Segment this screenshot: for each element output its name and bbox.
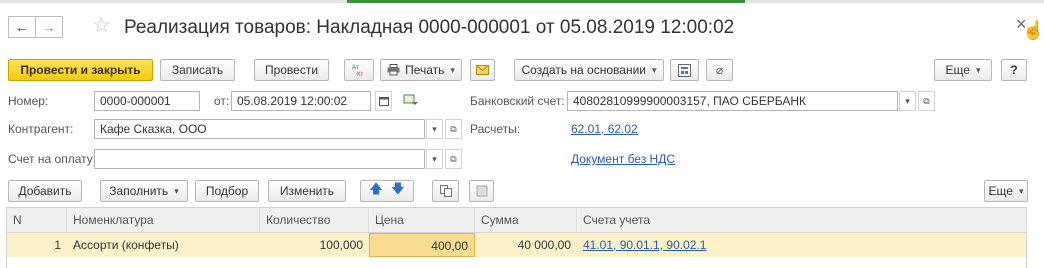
- back-button[interactable]: ←: [8, 16, 36, 38]
- tab-strip-line: [0, 0, 1044, 3]
- invoice-open-button[interactable]: ⧉: [445, 149, 462, 169]
- row-number: 1: [54, 238, 61, 252]
- goods-table: N Номенклатура Количество Цена Сумма Сче…: [6, 207, 1027, 268]
- column-header-price[interactable]: Цена: [369, 208, 475, 232]
- settlements-link[interactable]: 62.01, 62.02: [571, 120, 638, 138]
- counterparty-open-button[interactable]: ⧉: [445, 119, 462, 139]
- chevron-down-icon: ▾: [432, 153, 437, 164]
- table-header: N Номенклатура Количество Цена Сумма Сче…: [7, 208, 1027, 233]
- paste-button[interactable]: [469, 180, 494, 202]
- row-price-selected[interactable]: 400,00: [369, 233, 475, 257]
- bank-account-open-button[interactable]: ⧉: [918, 91, 935, 111]
- favorite-star-icon[interactable]: ☆: [92, 14, 111, 38]
- copy-icon: [439, 185, 452, 197]
- row-quantity[interactable]: 100,000: [260, 233, 369, 257]
- row-sum[interactable]: 40 000,00: [475, 233, 577, 257]
- number-field[interactable]: 0000-000001: [94, 91, 200, 111]
- paperclip-icon: ⌀: [715, 63, 724, 77]
- pick-button[interactable]: Подбор: [195, 180, 259, 202]
- print-button[interactable]: Печать: [380, 59, 462, 81]
- invoice-label: Счет на оплату:: [8, 152, 97, 166]
- chevron-down-icon: ▾: [905, 95, 910, 106]
- table-row[interactable]: 1 Ассорти (конфеты) 100,000 400,00 40 00…: [7, 233, 1026, 257]
- row-accounts[interactable]: 41.01, 90.01.1, 90.02.1: [577, 233, 1027, 257]
- help-button[interactable]: ?: [1001, 59, 1027, 81]
- column-header-quantity[interactable]: Количество: [260, 208, 369, 232]
- structure-button[interactable]: [670, 59, 699, 81]
- post-and-close-button[interactable]: Провести и закрыть: [8, 59, 153, 81]
- column-header-accounts[interactable]: Счета учета: [577, 208, 1027, 232]
- row-item[interactable]: Ассорти (конфеты): [67, 233, 260, 257]
- hand-cursor-icon: ☝: [1022, 20, 1044, 40]
- close-button[interactable]: × ☝: [1016, 14, 1044, 40]
- vat-link[interactable]: Документ без НДС: [571, 150, 675, 168]
- print-label: Печать: [405, 63, 445, 77]
- number-label: Номер:: [8, 94, 49, 108]
- email-button[interactable]: [470, 59, 495, 81]
- column-header-n[interactable]: N: [7, 208, 67, 232]
- date-label: от:: [214, 94, 230, 108]
- history-icon[interactable]: [403, 93, 419, 110]
- attach-button[interactable]: ⌀: [706, 59, 733, 81]
- calendar-icon: [378, 97, 389, 106]
- create-based-on-button[interactable]: Создать на основании: [514, 59, 664, 81]
- bank-account-dropdown[interactable]: ▾: [899, 91, 916, 111]
- date-field[interactable]: 05.08.2019 12:00:02: [231, 91, 371, 111]
- open-icon: ⧉: [450, 123, 457, 134]
- add-row-button[interactable]: Добавить: [8, 180, 82, 202]
- more-button[interactable]: Еще: [934, 59, 992, 81]
- open-icon: ⧉: [450, 153, 457, 164]
- bank-account-label: Банковский счет:: [470, 94, 565, 108]
- arrow-right-icon: →: [42, 19, 56, 35]
- counterparty-field[interactable]: Кафе Сказка, ООО: [94, 119, 425, 139]
- save-button[interactable]: Записать: [160, 59, 235, 81]
- column-header-sum[interactable]: Сумма: [475, 208, 577, 232]
- dt-kt-button[interactable]: Ат Кт: [344, 59, 374, 81]
- structure-icon: [678, 63, 691, 77]
- post-button[interactable]: Провести: [254, 59, 329, 81]
- column-header-item[interactable]: Номенклатура: [67, 208, 260, 232]
- table-more-button[interactable]: Еще: [984, 180, 1028, 202]
- change-button[interactable]: Изменить: [268, 180, 346, 202]
- active-tab-indicator: [347, 0, 745, 3]
- dt-kt-icon: АтКт: [352, 65, 363, 77]
- arrow-down-icon[interactable]: 🡇: [391, 180, 404, 202]
- fill-button[interactable]: Заполнить: [100, 180, 188, 202]
- printer-icon: [387, 64, 400, 76]
- bank-account-field[interactable]: 40802810999900003157, ПАО СБЕРБАНК: [567, 91, 898, 111]
- row-accounts-link[interactable]: 41.01, 90.01.1, 90.02.1: [583, 238, 706, 252]
- envelope-icon: [476, 65, 489, 75]
- counterparty-dropdown[interactable]: ▾: [426, 119, 443, 139]
- paste-icon: [476, 185, 487, 197]
- calendar-button[interactable]: [375, 91, 392, 111]
- forward-button[interactable]: →: [35, 16, 63, 38]
- settlements-label: Расчеты:: [470, 122, 521, 136]
- arrow-left-icon: ←: [15, 19, 29, 35]
- invoice-dropdown[interactable]: ▾: [426, 149, 443, 169]
- counterparty-label: Контрагент:: [8, 122, 74, 136]
- chevron-down-icon: ▾: [432, 123, 437, 134]
- move-buttons[interactable]: 🡅 🡇: [360, 180, 414, 202]
- arrow-up-icon[interactable]: 🡅: [369, 180, 382, 202]
- open-icon: ⧉: [923, 95, 930, 106]
- invoice-field[interactable]: [94, 149, 425, 169]
- page-title: Реализация товаров: Накладная 0000-00000…: [124, 17, 735, 38]
- copy-button[interactable]: [432, 180, 459, 202]
- svg-text:Ат: Ат: [352, 65, 359, 71]
- svg-text:Кт: Кт: [357, 72, 363, 77]
